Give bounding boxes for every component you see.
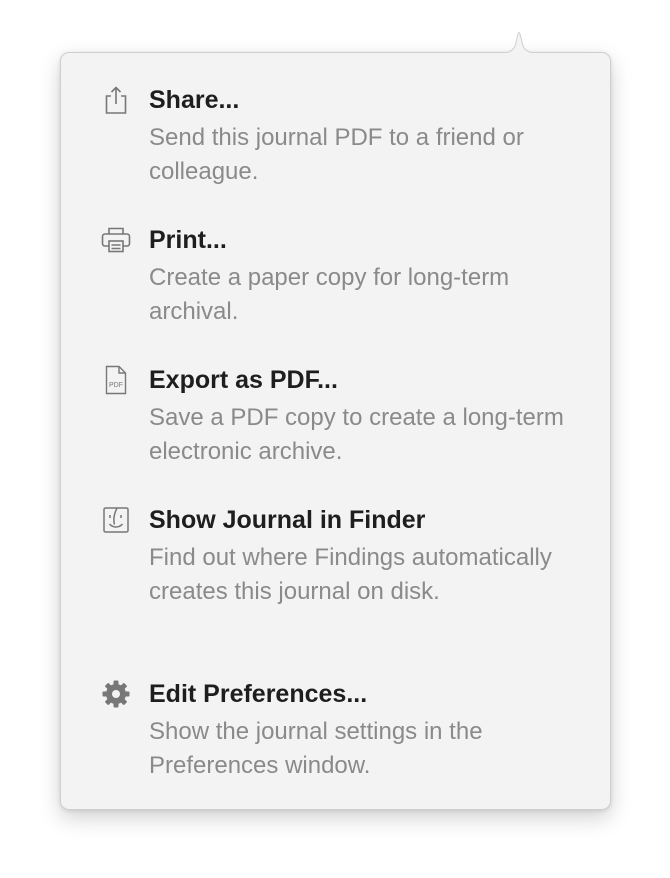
menu-item-print[interactable]: Print... Create a paper copy for long-te…	[61, 223, 610, 333]
menu-item-description: Find out where Findings automatically cr…	[149, 544, 552, 605]
popover-panel: Share... Send this journal PDF to a frie…	[60, 52, 611, 810]
menu-item-show-in-finder[interactable]: Show Journal in Finder Find out where Fi…	[61, 503, 610, 647]
menu-item-description: Save a PDF copy to create a long-term el…	[149, 404, 564, 465]
menu-item-description: Create a paper copy for long-term archiv…	[149, 264, 510, 325]
menu-item-description: Send this journal PDF to a friend or col…	[149, 124, 524, 185]
menu-item-title: Edit Preferences...	[149, 680, 368, 708]
pdf-document-icon: PDF	[99, 363, 133, 397]
menu-item-edit-preferences[interactable]: Edit Preferences... Show the journal set…	[61, 677, 610, 787]
menu-item-title: Export as PDF...	[149, 366, 338, 394]
journal-actions-popover: Share... Send this journal PDF to a frie…	[60, 28, 611, 810]
menu-item-share[interactable]: Share... Send this journal PDF to a frie…	[61, 83, 610, 193]
menu-item-description: Show the journal settings in the Prefere…	[149, 718, 483, 779]
gear-icon	[99, 677, 133, 711]
share-icon	[99, 83, 133, 117]
menu-item-export-pdf[interactable]: PDF Export as PDF... Save a PDF copy to …	[61, 363, 610, 473]
printer-icon	[99, 223, 133, 257]
menu-item-title: Share...	[149, 86, 240, 114]
finder-icon	[99, 503, 133, 537]
menu-item-title: Show Journal in Finder	[149, 506, 426, 534]
pdf-icon-label: PDF	[109, 382, 123, 389]
popover-arrow	[494, 31, 542, 54]
menu-item-title: Print...	[149, 226, 227, 254]
